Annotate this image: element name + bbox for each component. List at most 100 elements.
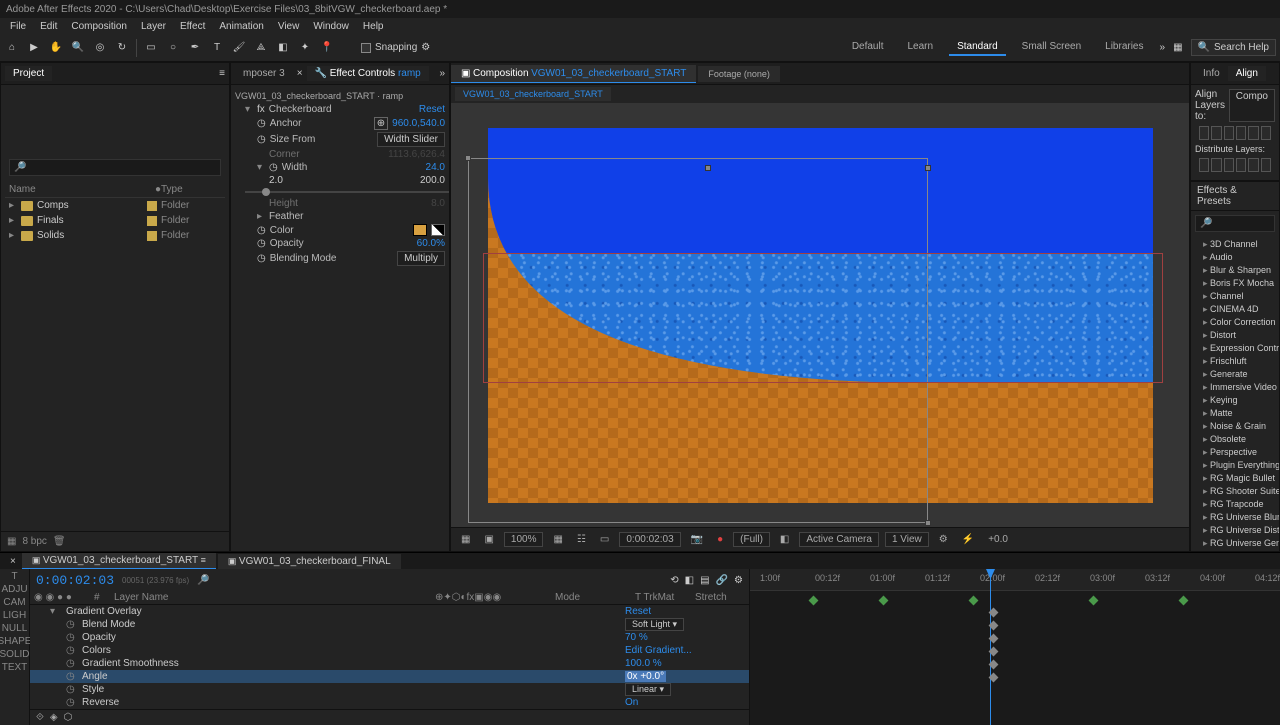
roto-tool-icon[interactable]: ✦ bbox=[297, 40, 313, 56]
dist-bottom-button[interactable] bbox=[1224, 158, 1234, 172]
tl-side-label[interactable]: T bbox=[11, 571, 17, 582]
align-bottom-button[interactable] bbox=[1261, 126, 1271, 140]
align-tab[interactable]: Align bbox=[1228, 66, 1266, 81]
effects-category[interactable]: Expression Controls bbox=[1193, 342, 1277, 355]
property-value[interactable]: Reset bbox=[625, 606, 651, 617]
tl-side-label[interactable]: LIGH bbox=[3, 610, 26, 621]
shape-rect-tool-icon[interactable]: ▭ bbox=[143, 40, 159, 56]
timeline-tab-final[interactable]: ▣ VGW01_03_checkerboard_FINAL bbox=[218, 554, 401, 569]
menu-composition[interactable]: Composition bbox=[65, 20, 133, 33]
effects-category[interactable]: 3D Channel bbox=[1193, 238, 1277, 251]
effects-category[interactable]: Obsolete bbox=[1193, 433, 1277, 446]
bpc-button[interactable]: 8 bpc bbox=[22, 536, 46, 547]
tl-tool-icon[interactable]: ⚙ bbox=[734, 575, 743, 586]
current-timecode[interactable]: 0:00:02:03 bbox=[36, 573, 114, 588]
effects-category[interactable]: RG Magic Bullet bbox=[1193, 472, 1277, 485]
align-top-button[interactable] bbox=[1236, 126, 1246, 140]
timeline-property-row[interactable]: ◷Angle0x +0.0° bbox=[30, 670, 749, 683]
trash-icon[interactable]: 🗑 bbox=[53, 536, 66, 547]
timeline-search-icon[interactable]: 🔎 bbox=[197, 575, 209, 586]
property-value[interactable]: 100.0 % bbox=[625, 658, 662, 669]
effects-category[interactable]: Generate bbox=[1193, 368, 1277, 381]
menu-window[interactable]: Window bbox=[307, 20, 355, 33]
align-hcenter-button[interactable] bbox=[1211, 126, 1221, 140]
property-value[interactable]: 70 % bbox=[625, 632, 648, 643]
dist-vcenter-button[interactable] bbox=[1211, 158, 1221, 172]
reset-button[interactable]: Reset bbox=[419, 104, 445, 115]
effects-category[interactable]: RG Shooter Suite bbox=[1193, 485, 1277, 498]
timeline-property-row[interactable]: ◷Gradient Smoothness100.0 % bbox=[30, 657, 749, 670]
composer-tab[interactable]: mposer 3 bbox=[235, 66, 293, 81]
effects-category[interactable]: Immersive Video bbox=[1193, 381, 1277, 394]
info-tab[interactable]: Info bbox=[1195, 66, 1228, 81]
property-value[interactable]: On bbox=[625, 697, 638, 708]
zoom-dropdown[interactable]: 100% bbox=[504, 532, 544, 547]
snapping-checkbox[interactable] bbox=[361, 43, 371, 53]
effect-name[interactable]: Checkerboard bbox=[269, 104, 415, 115]
effects-category[interactable]: RG Trapcode bbox=[1193, 498, 1277, 511]
effects-search-input[interactable]: 🔎 bbox=[1195, 215, 1275, 232]
project-item-solids[interactable]: ▸ Solids Folder bbox=[5, 228, 225, 243]
effects-category[interactable]: Color Correction bbox=[1193, 316, 1277, 329]
dist-top-button[interactable] bbox=[1199, 158, 1209, 172]
tl-toggle-icon[interactable]: ◈ bbox=[50, 712, 58, 723]
twirl-icon[interactable]: ▸ bbox=[9, 200, 17, 211]
dist-right-button[interactable] bbox=[1261, 158, 1271, 172]
workspace-small-screen[interactable]: Small Screen bbox=[1014, 39, 1089, 56]
point-picker-icon[interactable]: ⊕ bbox=[374, 117, 388, 130]
comp-breadcrumb[interactable]: VGW01_03_checkerboard_START bbox=[455, 87, 611, 101]
workspace-libraries[interactable]: Libraries bbox=[1097, 39, 1151, 56]
timeline-property-row[interactable]: ◷Opacity70 % bbox=[30, 631, 749, 644]
footage-tab[interactable]: Footage (none) bbox=[698, 66, 780, 82]
snapshot-icon[interactable]: 📷 bbox=[687, 533, 707, 546]
workspace-menu-icon[interactable]: » bbox=[1160, 42, 1166, 53]
tl-side-label[interactable]: SHAPE bbox=[0, 636, 31, 647]
workspace-default[interactable]: Default bbox=[844, 39, 892, 56]
shape-ellipse-tool-icon[interactable]: ○ bbox=[165, 40, 181, 56]
channel-icon[interactable]: ● bbox=[713, 533, 727, 546]
effects-category[interactable]: CINEMA 4D bbox=[1193, 303, 1277, 316]
menu-effect[interactable]: Effect bbox=[174, 20, 211, 33]
anchor-value[interactable]: 960.0,540.0 bbox=[392, 118, 445, 129]
twirl-icon[interactable]: ▸ bbox=[9, 230, 17, 241]
menu-view[interactable]: View bbox=[272, 20, 306, 33]
effects-category[interactable]: RG Universe Blur bbox=[1193, 511, 1277, 524]
panel-menu-icon[interactable]: ≡ bbox=[219, 68, 225, 79]
col-name[interactable]: Name bbox=[9, 184, 155, 195]
zoom-tool-icon[interactable]: 🔍 bbox=[70, 40, 86, 56]
effects-category[interactable]: Plugin Everything bbox=[1193, 459, 1277, 472]
tl-side-label[interactable]: CAM bbox=[3, 597, 25, 608]
resolution-dropdown[interactable]: (Full) bbox=[733, 532, 770, 547]
guides-icon[interactable]: ☷ bbox=[573, 533, 590, 546]
effects-category[interactable]: Frischluft bbox=[1193, 355, 1277, 368]
fast-preview-icon[interactable]: ⚡ bbox=[958, 533, 978, 546]
snap-options-icon[interactable]: ⚙ bbox=[421, 42, 430, 53]
stopwatch-icon[interactable]: ◷ bbox=[257, 134, 266, 145]
rotate-tool-icon[interactable]: ↻ bbox=[114, 40, 130, 56]
color-swatch[interactable] bbox=[413, 224, 427, 236]
clone-tool-icon[interactable]: ⟁ bbox=[253, 40, 269, 56]
hand-tool-icon[interactable]: ✋ bbox=[48, 40, 64, 56]
blending-mode-dropdown[interactable]: Multiply bbox=[397, 251, 445, 266]
align-left-button[interactable] bbox=[1199, 126, 1209, 140]
project-search-input[interactable]: 🔎 bbox=[9, 159, 221, 176]
playhead[interactable] bbox=[990, 569, 991, 725]
tl-side-label[interactable]: TEXT bbox=[2, 662, 28, 673]
effects-category[interactable]: RG Universe Generators bbox=[1193, 537, 1277, 550]
twirl-icon[interactable]: ▸ bbox=[257, 211, 265, 222]
align-right-button[interactable] bbox=[1224, 126, 1234, 140]
workspace-learn[interactable]: Learn bbox=[900, 39, 942, 56]
type-tool-icon[interactable]: T bbox=[209, 40, 225, 56]
effects-category[interactable]: RG Universe Glow bbox=[1193, 550, 1277, 551]
mode-dropdown[interactable]: Linear ▾ bbox=[625, 683, 671, 696]
stopwatch-icon[interactable]: ◷ bbox=[257, 238, 266, 249]
pen-tool-icon[interactable]: ✒ bbox=[187, 40, 203, 56]
stopwatch-icon[interactable]: ◷ bbox=[257, 253, 266, 264]
size-from-dropdown[interactable]: Width Slider bbox=[377, 132, 445, 147]
menu-edit[interactable]: Edit bbox=[34, 20, 63, 33]
tl-side-label[interactable]: NULL bbox=[2, 623, 28, 634]
align-vcenter-button[interactable] bbox=[1248, 126, 1258, 140]
exposure-value[interactable]: +0.0 bbox=[984, 533, 1012, 546]
effects-category[interactable]: Blur & Sharpen bbox=[1193, 264, 1277, 277]
workspace-overflow-icon[interactable]: ▦ bbox=[1173, 42, 1182, 53]
